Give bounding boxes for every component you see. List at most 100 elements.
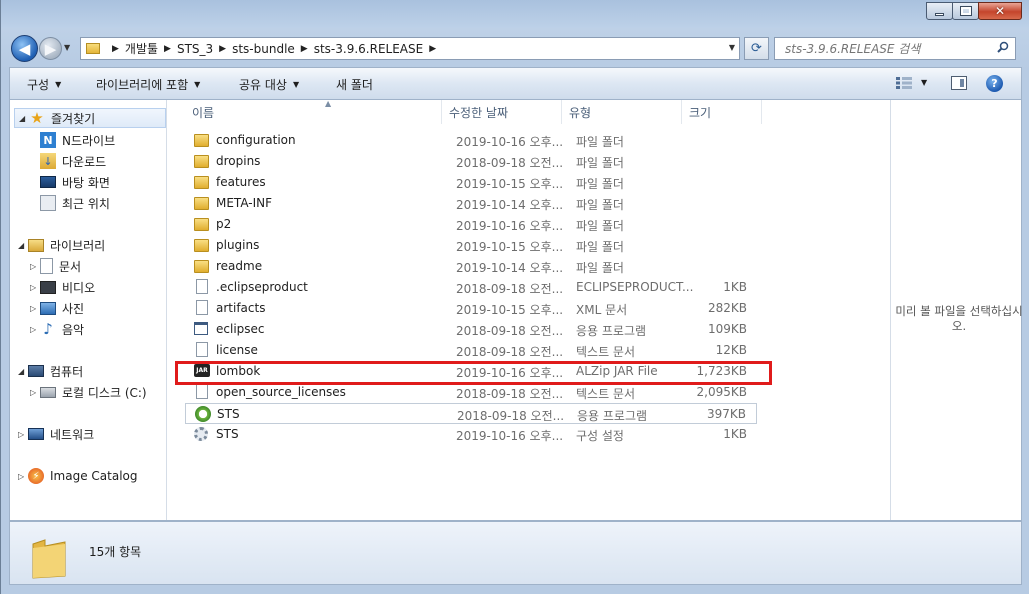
file-row[interactable]: STS 2018-09-18 오전... 응용 프로그램 397KB: [185, 403, 757, 424]
nav-item-computer[interactable]: ◢ 컴퓨터: [18, 361, 83, 381]
file-type: 텍스트 문서: [576, 387, 636, 401]
preview-placeholder-text: 미리 볼 파일을 선택하십시오.: [895, 304, 1023, 333]
star-icon: ★: [30, 109, 44, 127]
include-in-library-button[interactable]: 라이브러리에 포함 ▼: [96, 76, 200, 93]
view-dropdown-icon[interactable]: ▼: [921, 78, 927, 87]
close-button[interactable]: ✕: [978, 2, 1022, 20]
nav-item-desktop[interactable]: 바탕 화면: [40, 172, 110, 192]
view-options-icon[interactable]: [896, 77, 912, 89]
application-icon: [194, 321, 210, 337]
search-icon[interactable]: [997, 41, 1009, 53]
refresh-button[interactable]: ⟳: [744, 37, 769, 60]
address-bar[interactable]: ▶ 개발툴 ▶ STS_3 ▶ sts-bundle ▶ sts-3.9.6.R…: [80, 37, 740, 60]
file-row[interactable]: license 2018-09-18 오전... 텍스트 문서 12KB: [185, 340, 757, 361]
file-row[interactable]: features 2019-10-15 오후... 파일 폴더: [185, 172, 757, 193]
file-name: features: [216, 175, 266, 189]
file-row[interactable]: configuration 2019-10-16 오후... 파일 폴더: [185, 130, 757, 151]
folder-icon: [194, 216, 210, 232]
nav-label: 바탕 화면: [62, 175, 110, 190]
collapse-arrow-icon[interactable]: ▷: [30, 304, 40, 313]
new-folder-button[interactable]: 새 폴더: [336, 76, 373, 93]
breadcrumb-separator-icon[interactable]: ▶: [429, 44, 436, 54]
file-type: 응용 프로그램: [576, 324, 647, 338]
file-size: 2,095KB: [696, 385, 747, 399]
collapse-arrow-icon[interactable]: ▷: [30, 388, 40, 397]
file-row[interactable]: artifacts 2019-10-15 오후... XML 문서 282KB: [185, 298, 757, 319]
collapse-arrow-icon[interactable]: ▷: [18, 430, 28, 439]
column-header-type[interactable]: 유형: [562, 100, 682, 124]
breadcrumb-item[interactable]: sts-bundle: [232, 42, 295, 56]
file-row[interactable]: .eclipseproduct 2018-09-18 오전... ECLIPSEPR…: [185, 277, 757, 298]
folder-icon: [194, 195, 210, 211]
file-row[interactable]: readme 2019-10-14 오후... 파일 폴더: [185, 256, 757, 277]
column-header-date[interactable]: 수정한 날짜: [442, 100, 562, 124]
organize-button[interactable]: 구성 ▼: [27, 76, 61, 93]
folder-icon: [194, 258, 210, 274]
file-type: 구성 설정: [576, 429, 624, 443]
column-header-size[interactable]: 크기: [682, 100, 762, 124]
back-button[interactable]: ◀: [11, 35, 38, 62]
file-row[interactable]: eclipsec 2018-09-18 오전... 응용 프로그램 109KB: [185, 319, 757, 340]
collapse-arrow-icon[interactable]: ▷: [30, 283, 40, 292]
file-size: 109KB: [707, 322, 747, 336]
title-bar: ✕: [1, 0, 1029, 28]
breadcrumb-separator-icon[interactable]: ▶: [301, 44, 308, 54]
breadcrumb-separator-icon[interactable]: ▶: [219, 44, 226, 54]
sts-icon-shape: [195, 406, 211, 422]
application-icon-shape: [194, 322, 208, 335]
file-row[interactable]: p2 2019-10-16 오후... 파일 폴더: [185, 214, 757, 235]
file-row[interactable]: plugins 2019-10-15 오후... 파일 폴더: [185, 235, 757, 256]
breadcrumb-item[interactable]: sts-3.9.6.RELEASE: [314, 42, 423, 56]
column-header-name[interactable]: 이름 ▲: [185, 99, 442, 124]
nav-item-pictures[interactable]: ▷ 사진: [30, 298, 84, 318]
file-date: 2018-09-18 오전...: [456, 324, 564, 338]
share-with-button[interactable]: 공유 대상 ▼: [239, 76, 299, 93]
maximize-button[interactable]: [952, 2, 979, 20]
nav-item-recent[interactable]: 최근 위치: [40, 193, 110, 213]
ndrive-icon: N: [40, 132, 56, 148]
expand-arrow-icon[interactable]: ◢: [18, 241, 28, 250]
folder-icon: [194, 237, 210, 253]
file-type: 파일 폴더: [576, 198, 624, 212]
nav-item-network[interactable]: ▷ 네트워크: [18, 424, 94, 444]
file-type: 파일 폴더: [576, 135, 624, 149]
file-row[interactable]: META-INF 2019-10-14 오후... 파일 폴더: [185, 193, 757, 214]
breadcrumb-item[interactable]: 개발툴: [125, 40, 158, 57]
minimize-button[interactable]: [926, 2, 953, 20]
expand-arrow-icon[interactable]: ◢: [18, 367, 28, 376]
search-input[interactable]: [775, 38, 985, 59]
address-dropdown-icon[interactable]: ▼: [729, 43, 735, 52]
breadcrumb-item[interactable]: STS_3: [177, 42, 213, 56]
nav-label: 로컬 디스크 (C:): [62, 385, 147, 400]
collapse-arrow-icon[interactable]: ▷: [30, 262, 40, 271]
help-icon[interactable]: ?: [986, 75, 1003, 92]
nav-item-local-disk[interactable]: ▷ 로컬 디스크 (C:): [30, 382, 147, 402]
nav-item-downloads[interactable]: ↓ 다운로드: [40, 151, 106, 171]
nav-item-libraries[interactable]: ◢ 라이브러리: [18, 235, 105, 255]
hard-drive-icon: [40, 386, 56, 398]
nav-item-ndrive[interactable]: N N드라이브: [40, 130, 115, 150]
file-row[interactable]: open_source_licenses 2018-09-18 오전... 텍스트 …: [185, 382, 757, 403]
nav-item-image-catalog[interactable]: ▷ ⚡ Image Catalog: [18, 466, 137, 486]
file-size: 397KB: [706, 407, 746, 421]
nav-item-documents[interactable]: ▷ 문서: [30, 256, 81, 276]
nav-item-favorites[interactable]: ◢ ★ 즐겨찾기: [14, 108, 166, 128]
file-list-pane: 이름 ▲ 수정한 날짜 유형 크기 configuration 2019-10-1…: [168, 99, 889, 520]
recent-pages-dropdown[interactable]: ▼: [64, 43, 70, 52]
forward-button[interactable]: ▶: [39, 37, 62, 60]
breadcrumb-separator-icon[interactable]: ▶: [112, 44, 119, 54]
file-row[interactable]: STS 2019-10-16 오후... 구성 설정 1KB: [185, 424, 757, 445]
folder-icon-shape: [194, 134, 209, 147]
file-name: license: [216, 343, 258, 357]
preview-pane-icon[interactable]: [951, 76, 967, 90]
nav-item-music[interactable]: ▷ ♪ 음악: [30, 319, 84, 339]
expand-arrow-icon[interactable]: ◢: [19, 114, 29, 123]
image-catalog-icon: ⚡: [28, 468, 44, 484]
search-box: [774, 37, 1016, 60]
collapse-arrow-icon[interactable]: ▷: [18, 472, 28, 481]
organize-label: 구성: [27, 78, 50, 92]
collapse-arrow-icon[interactable]: ▷: [30, 325, 40, 334]
breadcrumb-separator-icon[interactable]: ▶: [164, 44, 171, 54]
file-row[interactable]: dropins 2018-09-18 오전... 파일 폴더: [185, 151, 757, 172]
nav-item-videos[interactable]: ▷ 비디오: [30, 277, 95, 297]
